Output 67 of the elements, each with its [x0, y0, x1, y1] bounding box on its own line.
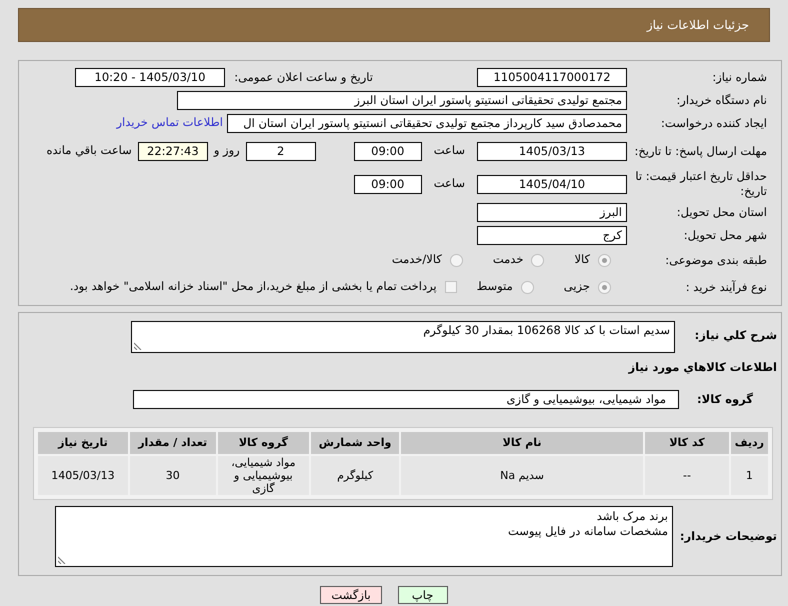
section-heading: اطلاعات کالاهاي مورد نياز	[627, 359, 777, 376]
field-label: مهلت ارسال پاسخ: تا تاریخ:	[633, 144, 767, 158]
column-header: تعداد / مقدار	[130, 432, 216, 454]
resize-grip-icon	[58, 556, 66, 564]
time-label: ساعت	[434, 142, 465, 160]
field-label: شهر محل تحویل:	[682, 228, 767, 242]
radio-label: جزیی	[564, 278, 590, 296]
radio-label: کالا/خدمت	[392, 251, 442, 268]
radio-label: خدمت	[492, 251, 524, 268]
buyer-contact-link[interactable]: اطلاعات تماس خریدار	[116, 114, 223, 132]
days-field[interactable]: 2	[246, 142, 316, 160]
radio-label: متوسط	[476, 278, 513, 296]
table-cell: 1405/03/13	[38, 456, 128, 496]
field-label: گروه کالا:	[696, 391, 754, 408]
remaining-label: ساعت باقي مانده	[46, 142, 132, 160]
validity-time-field[interactable]: 09:00	[354, 174, 422, 194]
table-cell: کیلوگرم	[311, 456, 399, 496]
column-header: گروه کالا	[218, 432, 310, 454]
city-field[interactable]: کرج	[477, 226, 627, 244]
time-label: ساعت	[434, 175, 465, 192]
note-line: برند مرک باشد	[596, 509, 668, 524]
back-button[interactable]: بازگشت	[320, 586, 382, 604]
column-header: رديف	[730, 432, 768, 454]
checkbox-label: پرداخت تمام یا بخشی از مبلغ خرید،از محل "اسناد خزانه اسلامی" خواهد بود.	[70, 278, 437, 296]
description-textarea[interactable]: سدیم استات با کد کالا 106268 بمقدار 30 کیلوگرم	[131, 321, 675, 353]
page-title: جزئیات اطلاعات نیاز	[646, 17, 749, 34]
days-label: روز و	[214, 142, 240, 160]
radio-button[interactable]	[520, 280, 534, 294]
field-label: حداقل تاریخ اعتبار قیمت: تا تاریخ:	[634, 169, 767, 199]
table-cell: --	[645, 456, 729, 496]
table-cell: 30	[130, 456, 216, 496]
field-label: طبقه بندی موضوعی:	[664, 252, 767, 268]
field-label: شرح کلي نياز:	[694, 327, 777, 344]
deadline-date-field[interactable]: 1405/03/13	[477, 142, 627, 160]
radio-label: کالا	[574, 251, 590, 268]
checkbox[interactable]	[444, 281, 457, 293]
creator-field[interactable]: محمدصادق سید کارپرداز مجتمع تولیدی تحقیقاتی انستیتو پاستور ایران استان ال	[227, 114, 627, 132]
field-label: شماره نیاز:	[711, 70, 767, 84]
column-header: تاریخ نیاز	[38, 432, 128, 454]
goods-group-field[interactable]: مواد شیمیایی، بیوشیمیایی و گازی	[133, 390, 679, 410]
field-label: ایجاد کننده درخواست:	[660, 116, 767, 130]
print-button[interactable]: چاپ	[398, 586, 448, 604]
resize-grip-icon	[134, 342, 142, 350]
column-header: واحد شمارش	[311, 432, 399, 454]
province-field[interactable]: البرز	[477, 202, 627, 222]
need-number-field[interactable]: 1105004117000172	[477, 68, 627, 86]
column-header: کد کالا	[645, 432, 729, 454]
table-cell: مواد شیمیایی، بیوشیمیایی و گازی	[218, 456, 310, 496]
buyer-org-field[interactable]: مجتمع تولیدی تحقیقاتی انستیتو پاستور ایران استان البرز	[177, 90, 627, 110]
table-cell: سدیم Na	[400, 456, 644, 496]
field-label: نوع فرآیند خرید :	[684, 280, 767, 294]
radio-button[interactable]	[450, 254, 463, 266]
announce-date-field[interactable]: 1405/03/10 - 10:20	[75, 68, 225, 86]
field-label: توضیحات خریدار:	[678, 528, 777, 546]
table-cell: 1	[730, 456, 768, 496]
field-label: استان محل تحویل:	[676, 204, 767, 220]
note-line: مشخصات سامانه در فایل پیوست	[506, 524, 668, 540]
radio-button[interactable]	[531, 254, 544, 266]
buyer-notes-textarea[interactable]: برند مرک باشد مشخصات سامانه در فایل پیوست	[55, 506, 673, 568]
validity-date-field[interactable]: 1405/04/10	[477, 174, 627, 194]
deadline-time-field[interactable]: 09:00	[354, 142, 422, 160]
column-header: نام کالا	[400, 432, 644, 454]
radio-button[interactable]	[598, 280, 611, 294]
radio-button[interactable]	[598, 254, 611, 266]
remaining-time-field[interactable]: 22:27:43	[138, 142, 208, 160]
field-label: نام دستگاه خریدار:	[675, 92, 767, 108]
field-label: تاریخ و ساعت اعلان عمومی:	[233, 70, 373, 84]
